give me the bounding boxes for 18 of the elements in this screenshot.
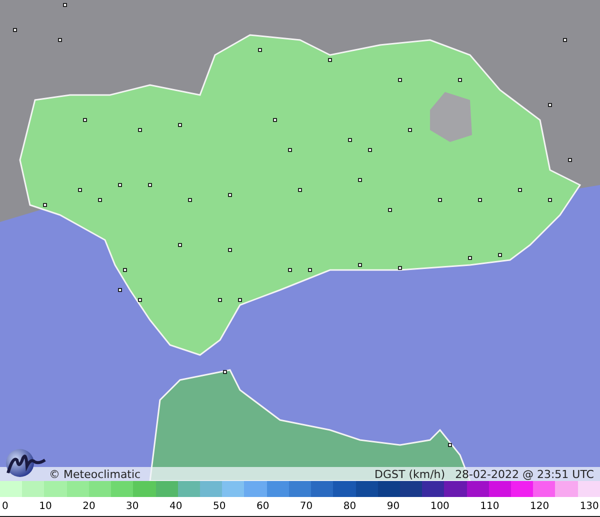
scale-tick-label: 40 bbox=[170, 501, 182, 512]
scale-tick-label: 50 bbox=[212, 501, 226, 512]
scale-tick-label: 80 bbox=[343, 501, 356, 512]
scale-tick-label: 20 bbox=[82, 501, 96, 512]
scale-tick-label: 10 bbox=[39, 501, 52, 512]
scale-tick-label: 110 bbox=[480, 501, 500, 512]
scale-tick-label: 130 bbox=[580, 501, 599, 512]
scale-tick-label: 90 bbox=[386, 501, 400, 512]
timestamp: 28-02-2022 @ 23:51 UTC bbox=[455, 468, 594, 480]
scale-tick-label: 100 bbox=[430, 501, 450, 512]
credit-text: © Meteoclimatic bbox=[49, 468, 141, 480]
scale-tick-label: 30 bbox=[126, 501, 139, 512]
scale-tick-label: 60 bbox=[256, 501, 270, 512]
scale-tick-label: 120 bbox=[530, 501, 550, 512]
variable-label: DGST (km/h) bbox=[374, 468, 446, 480]
scale-tick-label: 70 bbox=[300, 501, 313, 512]
scale-tick-label: 0 bbox=[2, 501, 8, 512]
logo-icon bbox=[5, 448, 47, 478]
